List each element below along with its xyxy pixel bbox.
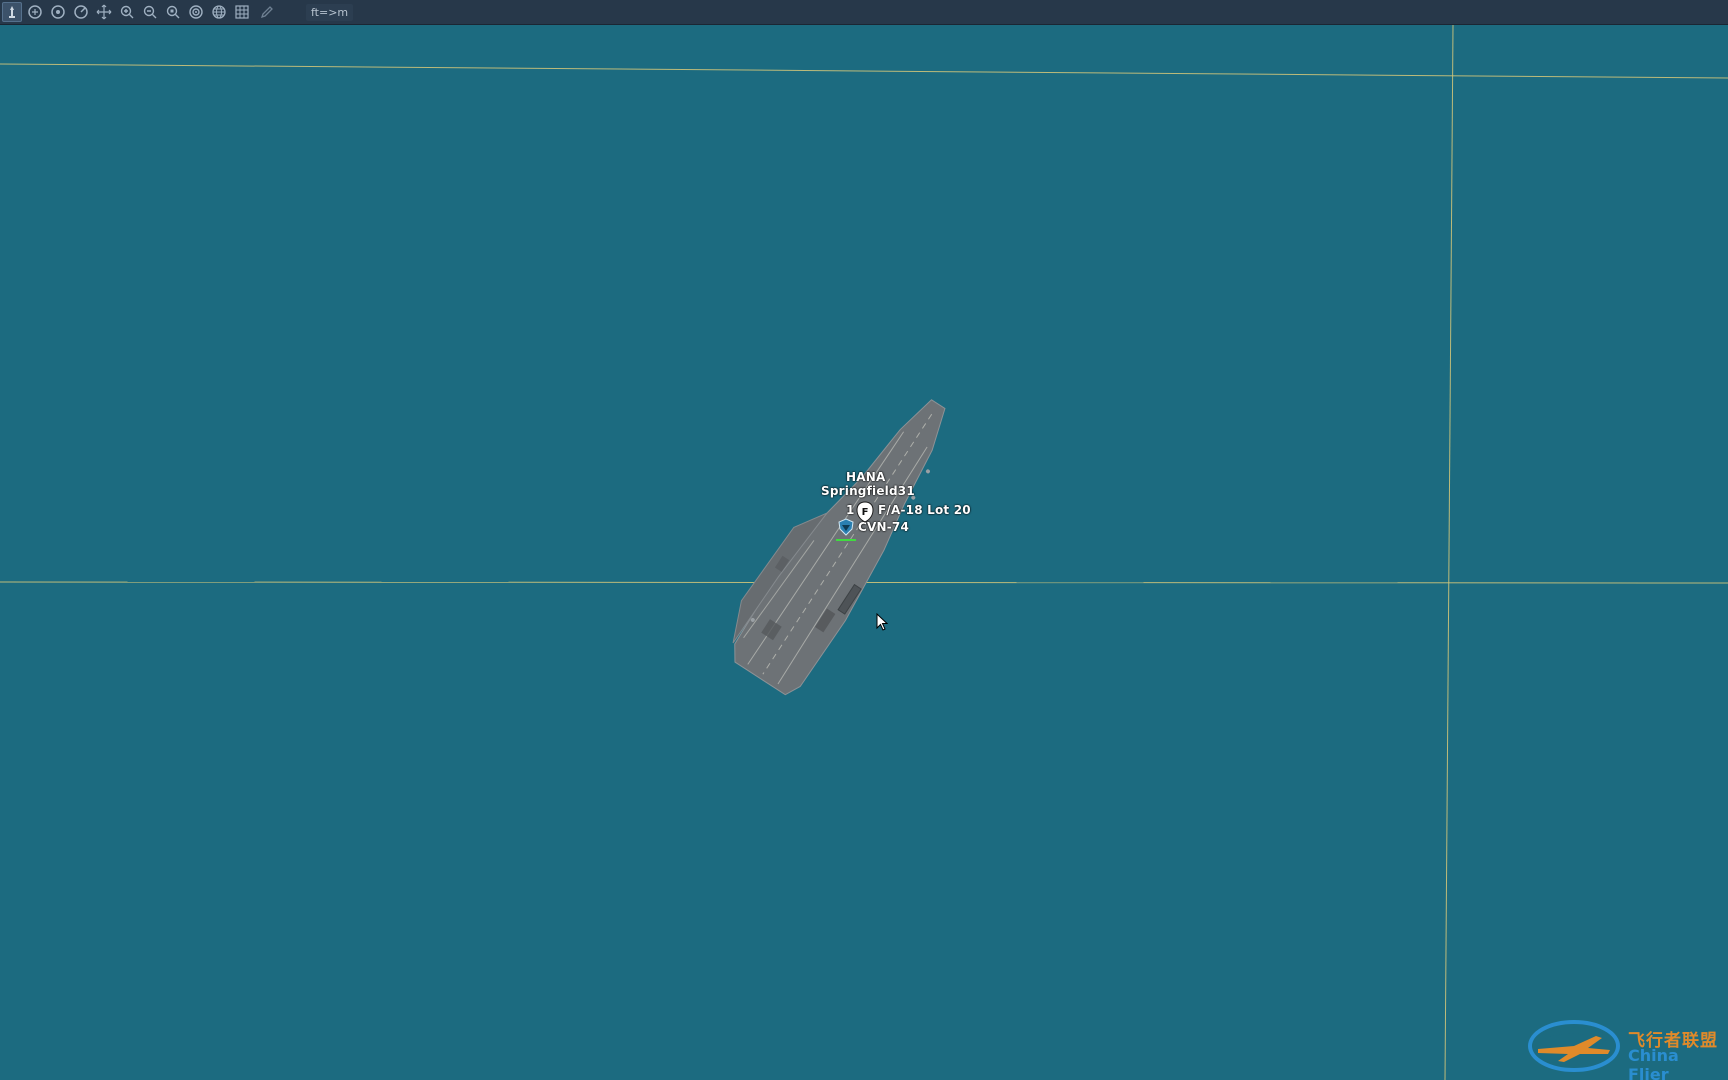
pencil-icon	[260, 6, 273, 19]
globe-icon	[212, 5, 226, 19]
ship-unit-marker[interactable]	[837, 518, 855, 536]
unit-toggle-button[interactable]: ft=>m	[306, 4, 354, 21]
grid-line	[1444, 25, 1454, 1080]
select-pointer-icon	[9, 6, 15, 18]
ruler-circle-icon	[51, 5, 65, 19]
pan-tool-button[interactable]	[94, 2, 114, 22]
select-tool-button[interactable]	[2, 2, 22, 22]
zoom-out-tool-button[interactable]	[140, 2, 160, 22]
measure-tool-c-button[interactable]	[71, 2, 91, 22]
grid-tool-button[interactable]	[232, 2, 252, 22]
zoom-in-tool-button[interactable]	[117, 2, 137, 22]
zoom-fit-tool-button[interactable]	[163, 2, 183, 22]
ruler-circle-icon	[74, 5, 88, 19]
china-flier-logo-icon	[1528, 1020, 1620, 1072]
mouse-cursor-icon	[876, 613, 888, 631]
draw-tool-button[interactable]	[257, 2, 277, 22]
globe-tool-button[interactable]	[209, 2, 229, 22]
zoom-out-icon	[143, 5, 157, 19]
grid-icon	[235, 5, 249, 19]
aircraft-type-label: F/A-18 Lot 20	[878, 503, 971, 517]
grid-line	[0, 63, 1728, 79]
flight-marker-letter: F	[862, 507, 869, 518]
pilot-name-label: Springfield31	[821, 484, 915, 498]
watermark-logo: 飞行者联盟 China Flier	[1524, 1006, 1724, 1080]
unit-health-bar	[836, 539, 856, 541]
measure-tool-a-button[interactable]	[25, 2, 45, 22]
zoom-in-icon	[120, 5, 134, 19]
unit-count-label: 1	[846, 503, 855, 517]
zoom-fit-icon	[166, 5, 180, 19]
map-toolbar: ft=>m	[0, 0, 1728, 25]
target-icon	[189, 5, 203, 19]
ruler-circle-icon	[28, 5, 42, 19]
measure-tool-b-button[interactable]	[48, 2, 68, 22]
pan-arrows-icon	[96, 4, 112, 20]
flight-unit-marker[interactable]: F	[856, 501, 874, 523]
group-name-label: HANA	[846, 470, 886, 484]
watermark-en-text: China Flier	[1628, 1046, 1679, 1080]
target-tool-button[interactable]	[186, 2, 206, 22]
